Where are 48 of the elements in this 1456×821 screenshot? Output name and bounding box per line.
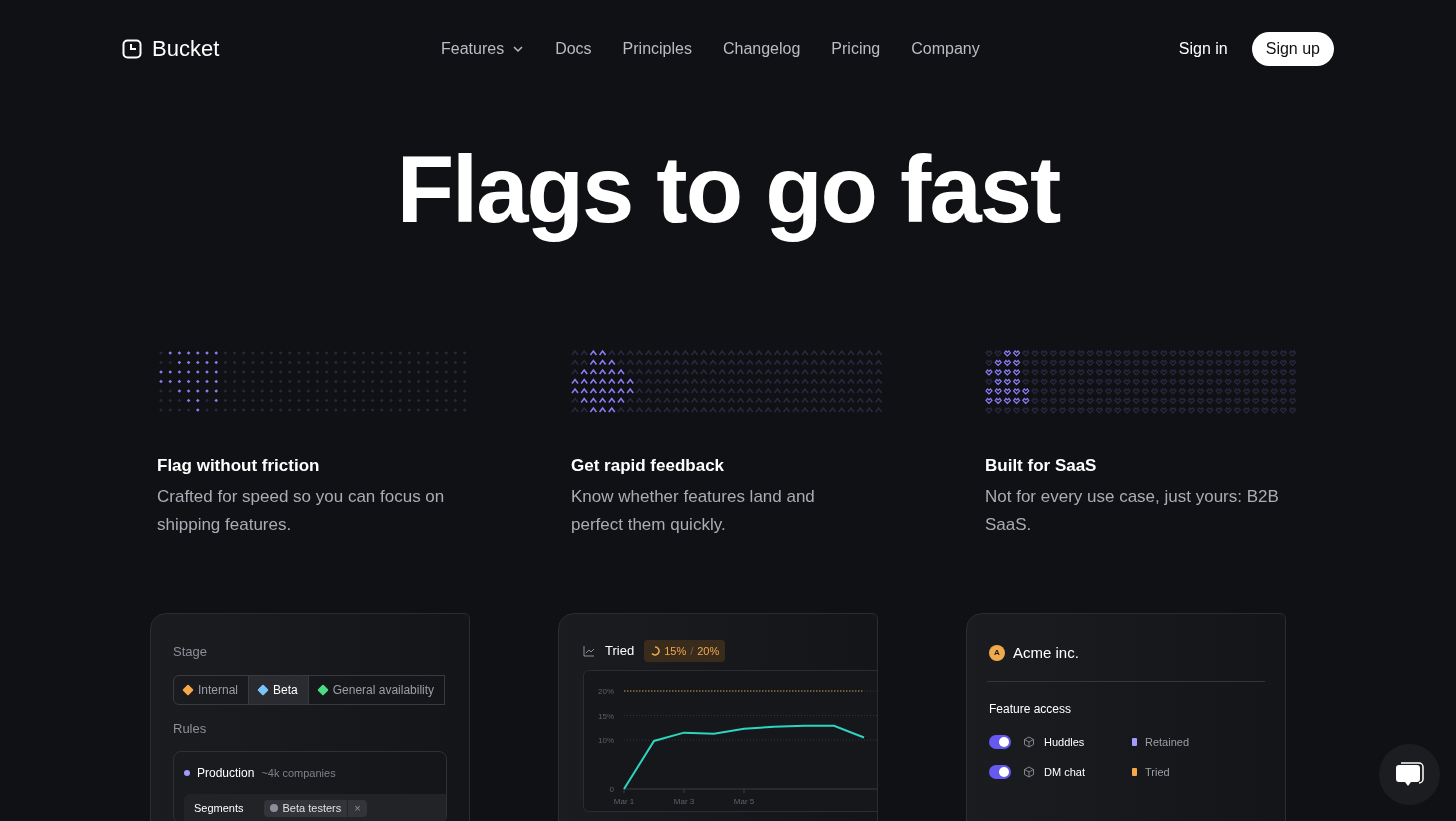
feature-text: Not for every use case, just yours: B2B SaaS.	[985, 485, 1280, 536]
pie-icon	[269, 804, 278, 813]
feature-text: Crafted for speed so you can focus on shipping features.	[157, 485, 446, 536]
nav-link[interactable]: Docs	[555, 36, 592, 61]
stage-tab[interactable]: Beta	[249, 674, 309, 705]
feature-title: Built for SaaS	[985, 455, 1098, 477]
company-name: Acme inc.	[1013, 643, 1079, 663]
axis-label: 15%	[598, 711, 614, 721]
logo-text[interactable]: Bucket	[152, 32, 220, 65]
axis-label: 10%	[598, 736, 614, 745]
rule-name: Production	[197, 765, 255, 782]
cube-icon	[1023, 735, 1035, 748]
section-label: Rules	[173, 719, 208, 738]
nav-link[interactable]: Features	[441, 36, 525, 61]
section-label: Feature access	[989, 700, 1073, 718]
axis-label: Mar 1	[613, 797, 635, 806]
remove-button[interactable]: ×	[347, 800, 367, 817]
status-label: Retained	[1145, 734, 1190, 750]
stage-tab[interactable]: General availability	[308, 674, 446, 705]
axis-label: Mar 5	[733, 797, 755, 806]
nav-link[interactable]: Company	[911, 36, 980, 61]
line-chart-icon	[583, 645, 595, 657]
toggle-switch[interactable]	[989, 734, 1011, 749]
progress-badge: 15% / 20%	[644, 640, 726, 662]
nav-link[interactable]: Changelog	[722, 36, 801, 61]
avatar: A	[989, 645, 1005, 662]
rule-count: ~4k companies	[261, 765, 336, 781]
sign-in-link[interactable]: Sign in	[1178, 36, 1228, 61]
logo-icon[interactable]	[122, 38, 142, 59]
feature-name: Huddles	[1044, 734, 1086, 750]
progress-ring-icon	[650, 646, 661, 656]
feature-title: Get rapid feedback	[571, 455, 726, 477]
section-label: Stage	[173, 643, 208, 661]
status-label: Tried	[1145, 765, 1170, 780]
nav-link[interactable]: Pricing	[831, 36, 881, 61]
axis-label: Mar 3	[673, 797, 695, 806]
toggle-switch[interactable]	[989, 765, 1011, 780]
segment-chip: Beta testers ×	[263, 800, 367, 817]
segments-label: Segments	[194, 801, 244, 816]
axis-label: 20%	[598, 687, 614, 696]
cube-icon	[1023, 766, 1035, 779]
hero-title: Flags to go fast	[396, 136, 1060, 244]
feature-name: DM chat	[1044, 765, 1086, 780]
metric-label: Tried	[605, 642, 635, 661]
feature-title: Flag without friction	[157, 455, 321, 477]
sign-up-button[interactable]: Sign up	[1251, 31, 1334, 66]
feature-text: Know whether features land and perfect them quickly.	[571, 485, 816, 536]
nav-link[interactable]: Principles	[622, 36, 692, 61]
